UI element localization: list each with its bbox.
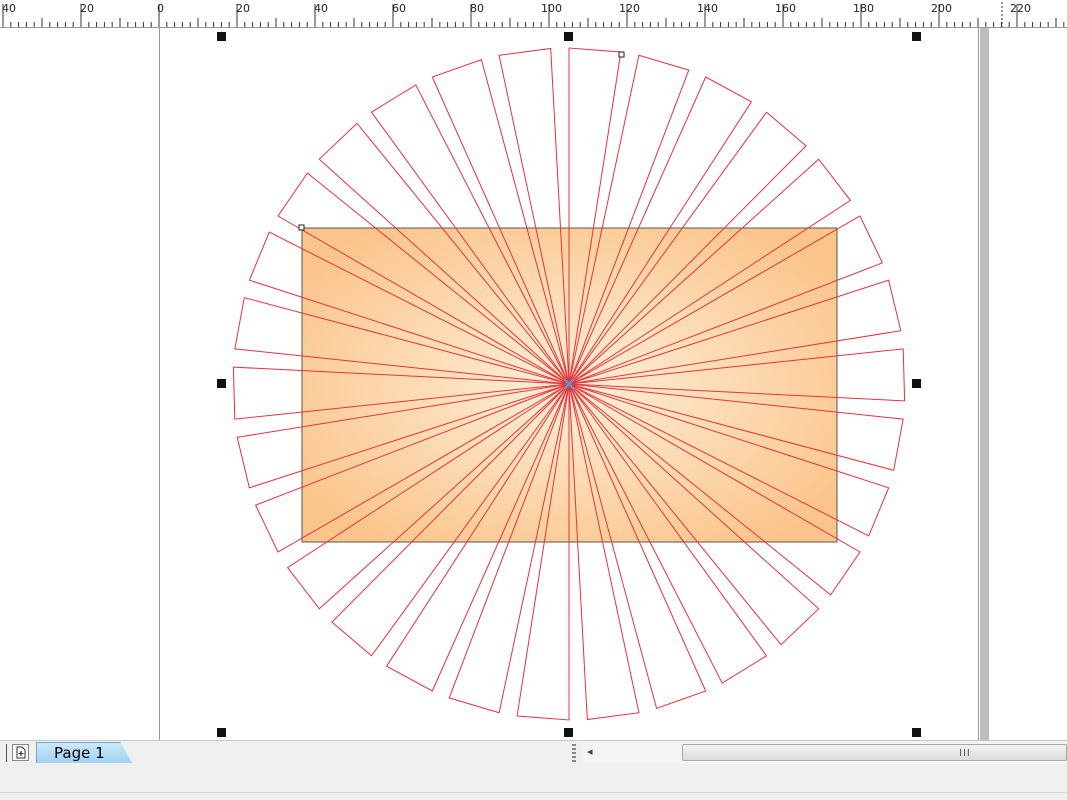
selection-handle[interactable] — [564, 728, 573, 737]
page-tab-label: Page 1 — [54, 744, 105, 762]
drawing-workspace[interactable] — [0, 28, 1067, 740]
page-nav-separator — [0, 744, 7, 762]
status-divider — [0, 792, 1067, 793]
ruler-label: 180 — [853, 2, 874, 15]
selection-handle[interactable] — [217, 728, 226, 737]
horizontal-ruler[interactable]: 40 20 0 20 40 60 80 100 120 140 160 180 … — [0, 0, 1067, 28]
ruler-label: 100 — [541, 2, 562, 15]
selection-handle[interactable] — [564, 32, 573, 41]
horizontal-scrollbar[interactable]: ◂ III — [582, 742, 1067, 763]
document-canvas[interactable] — [0, 28, 1067, 740]
selection-handle[interactable] — [912, 32, 921, 41]
scroll-left-arrow-icon[interactable]: ◂ — [587, 746, 593, 758]
ruler-label: 60 — [392, 2, 406, 15]
ruler-label: 200 — [931, 2, 952, 15]
ruler-label: 220 — [1010, 2, 1031, 15]
add-page-icon — [16, 746, 26, 759]
selection-handle[interactable] — [912, 379, 921, 388]
node-handle[interactable] — [298, 224, 305, 231]
selection-handle[interactable] — [217, 379, 226, 388]
ruler-label: 160 — [775, 2, 796, 15]
ruler-label: 140 — [697, 2, 718, 15]
ruler-label: 20 — [236, 2, 250, 15]
ruler-scale: 40 20 0 20 40 60 80 100 120 140 160 180 … — [2, 2, 1065, 27]
ruler-label: 40 — [314, 2, 328, 15]
ruler-label: 40 — [2, 2, 16, 15]
page-navigator-bar: Page 1 ◂ III — [0, 740, 1067, 765]
selection-handle[interactable] — [217, 32, 226, 41]
node-handle[interactable] — [618, 51, 625, 58]
selection-handle[interactable] — [912, 728, 921, 737]
add-page-button[interactable] — [12, 744, 29, 761]
status-bar — [0, 764, 1067, 800]
ruler-label: 0 — [157, 2, 164, 15]
ruler-label: 120 — [619, 2, 640, 15]
splitter-grip[interactable] — [572, 744, 576, 762]
scroll-thumb[interactable]: III — [682, 744, 1067, 761]
ruler-label: 80 — [470, 2, 484, 15]
ruler-label: 20 — [80, 2, 94, 15]
thumb-grip-icon: III — [959, 748, 971, 759]
